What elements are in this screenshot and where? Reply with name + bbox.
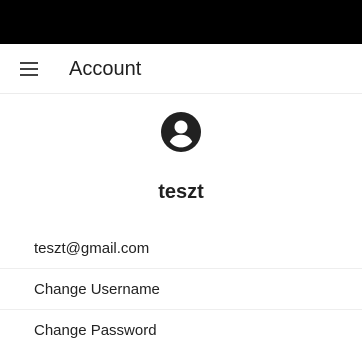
menu-icon-line — [20, 68, 38, 70]
page-title: Account — [69, 58, 142, 80]
change-password-label: Change Password — [34, 322, 157, 339]
change-password-item[interactable]: Change Password — [0, 310, 362, 351]
status-bar — [0, 0, 362, 44]
email-label: teszt@gmail.com — [34, 239, 150, 257]
menu-button[interactable] — [20, 62, 40, 76]
account-list: teszt@gmail.com Change Username Change P… — [0, 228, 362, 351]
email-item: teszt@gmail.com — [0, 228, 362, 269]
change-username-label: Change Username — [34, 280, 160, 298]
account-circle-icon — [161, 112, 201, 152]
username: teszt — [158, 181, 204, 203]
app-bar: Account — [0, 44, 362, 94]
account-circle-icon-svg — [161, 112, 201, 152]
change-username-item[interactable]: Change Username — [0, 269, 362, 310]
menu-icon-line — [20, 74, 38, 76]
menu-icon-line — [20, 62, 38, 64]
